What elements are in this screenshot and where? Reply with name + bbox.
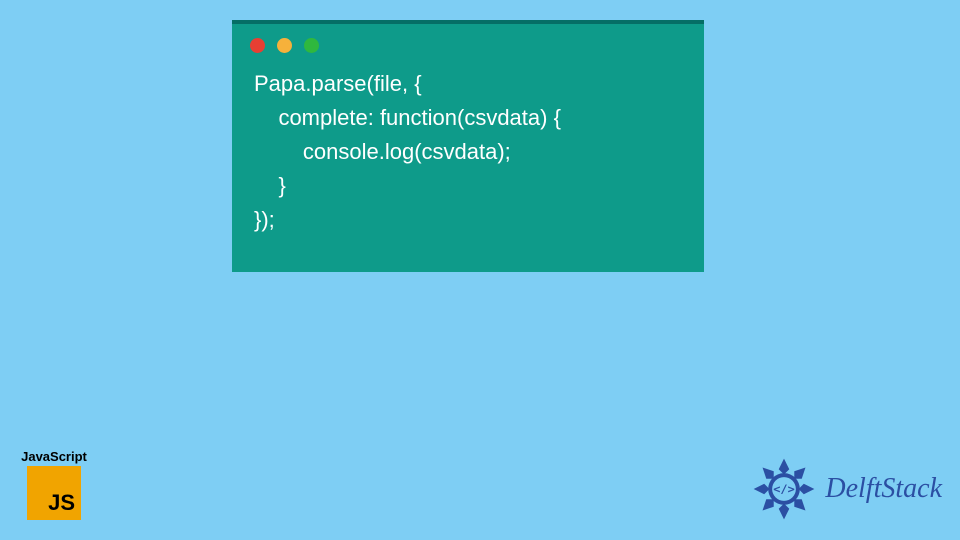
javascript-badge: JavaScript — [18, 449, 90, 520]
delftstack-brand-text: DelftStack — [825, 473, 942, 505]
code-line: console.log(csvdata); — [254, 139, 511, 164]
code-line: }); — [254, 207, 275, 232]
code-window: Papa.parse(file, { complete: function(cs… — [232, 20, 704, 272]
window-dots — [232, 24, 704, 59]
window-dot-yellow-icon — [277, 38, 292, 53]
code-line: } — [254, 173, 286, 198]
delftstack-emblem-icon: </> — [751, 456, 817, 522]
delftstack-logo: </> DelftStack — [751, 456, 942, 522]
code-line: complete: function(csvdata) { — [254, 105, 561, 130]
window-dot-red-icon — [250, 38, 265, 53]
code-block: Papa.parse(file, { complete: function(cs… — [232, 59, 704, 255]
javascript-icon — [27, 466, 81, 520]
window-dot-green-icon — [304, 38, 319, 53]
javascript-label: JavaScript — [18, 449, 90, 464]
svg-text:</>: </> — [774, 482, 795, 496]
code-line: Papa.parse(file, { — [254, 71, 422, 96]
